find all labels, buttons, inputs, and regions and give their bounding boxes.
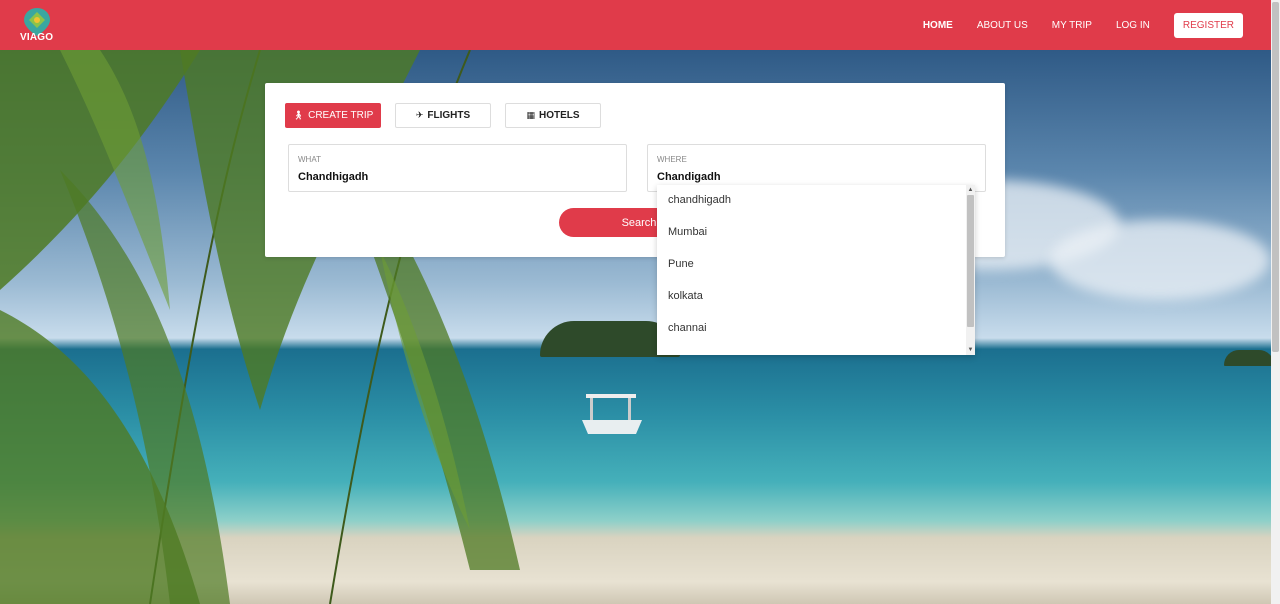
what-input[interactable] bbox=[298, 171, 608, 183]
tab-create-trip-label: CREATE TRIP bbox=[308, 110, 374, 121]
plane-icon: ✈ bbox=[415, 110, 424, 120]
walking-person-icon: 🚶︎ bbox=[292, 110, 305, 120]
what-field-label: WHAT bbox=[298, 155, 321, 164]
suggestion-item[interactable]: kolkata bbox=[657, 281, 975, 313]
where-field-label: WHERE bbox=[657, 155, 687, 164]
tab-create-trip[interactable]: 🚶︎ CREATE TRIP bbox=[285, 103, 381, 128]
where-input[interactable] bbox=[657, 171, 967, 183]
search-tabs: 🚶︎ CREATE TRIP ✈ FLIGHTS ▦ HOTELS bbox=[285, 103, 601, 128]
brand-name[interactable]: VIAGO bbox=[20, 32, 53, 43]
nav-about-us-link[interactable]: ABOUT US bbox=[977, 20, 1028, 31]
scroll-up-arrow-icon[interactable]: ▲ bbox=[967, 187, 974, 193]
page-scrollbar-thumb[interactable] bbox=[1272, 2, 1279, 352]
what-field[interactable]: WHAT bbox=[288, 144, 627, 192]
dropdown-scrollbar[interactable]: ▲ ▼ bbox=[966, 185, 975, 355]
page-scrollbar[interactable] bbox=[1271, 0, 1280, 604]
suggestion-item[interactable]: chandhigadh bbox=[657, 185, 975, 217]
tab-hotels-label: HOTELS bbox=[538, 110, 580, 121]
suggestion-item[interactable]: channai bbox=[657, 313, 975, 345]
where-suggestions-dropdown: chandhigadh Mumbai Pune kolkata channai … bbox=[657, 185, 975, 355]
scroll-down-arrow-icon[interactable]: ▼ bbox=[967, 347, 974, 353]
nav-home-link[interactable]: HOME bbox=[923, 20, 953, 31]
suggestions-list: chandhigadh Mumbai Pune kolkata channai bbox=[657, 185, 975, 345]
hotel-building-icon: ▦ bbox=[526, 110, 535, 120]
dropdown-scrollbar-thumb[interactable] bbox=[967, 195, 974, 327]
tab-flights-label: FLIGHTS bbox=[427, 110, 471, 121]
nav-log-in-link[interactable]: LOG IN bbox=[1116, 20, 1150, 31]
suggestion-item[interactable]: Pune bbox=[657, 249, 975, 281]
nav-my-trip-link[interactable]: MY TRIP bbox=[1052, 20, 1092, 31]
tab-flights[interactable]: ✈ FLIGHTS bbox=[395, 103, 491, 128]
register-button[interactable]: REGISTER bbox=[1173, 12, 1243, 38]
suggestion-item[interactable]: Mumbai bbox=[657, 217, 975, 249]
main-nav: HOME ABOUT US MY TRIP LOG IN REGISTER bbox=[899, 0, 1243, 50]
tab-hotels[interactable]: ▦ HOTELS bbox=[505, 103, 601, 128]
top-header: VIAGO HOME ABOUT US MY TRIP LOG IN REGIS… bbox=[0, 0, 1271, 50]
